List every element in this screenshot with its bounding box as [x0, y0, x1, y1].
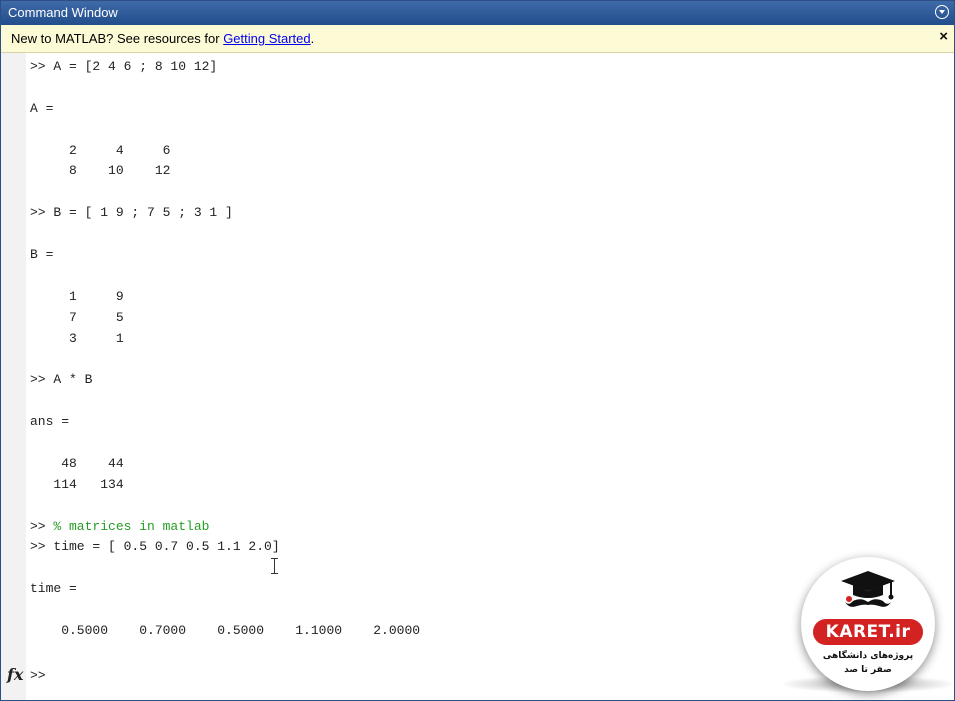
console-line: A = [30, 100, 54, 116]
prompt-symbol: >> [30, 668, 46, 683]
console-line: >> A * B [30, 372, 93, 388]
info-message: New to MATLAB? See resources for Getting… [11, 25, 314, 53]
console-line: 7 5 [30, 309, 124, 325]
graduation-cap-mustache-icon [841, 571, 895, 607]
console-line: 0.5000 0.7000 0.5000 1.1000 2.0000 [30, 623, 421, 639]
function-browser-icon[interactable]: fx [7, 665, 23, 684]
title-bar: Command Window [1, 1, 954, 25]
brand-badge: KARET.ir [813, 619, 923, 645]
command-window: Command Window New to MATLAB? See resour… [0, 0, 955, 701]
chevron-down-icon [938, 10, 945, 14]
karet-watermark-logo: KARET.ir پروژه‌های دانشگاهی صفر تا صد [779, 557, 954, 693]
window-title: Command Window [8, 5, 118, 20]
console-line: 8 10 12 [30, 163, 171, 179]
console-line: 2 4 6 [30, 142, 171, 158]
left-gutter [1, 53, 26, 700]
console-line: ans = [30, 414, 70, 430]
info-message-suffix: . [310, 31, 315, 46]
console-line: 48 44 [30, 455, 124, 471]
command-prompt[interactable]: >> [30, 665, 358, 687]
console-line: >> A = [2 4 6 ; 8 10 12] [30, 59, 218, 74]
console-line: 114 134 [30, 476, 124, 492]
console-line: >> time = [ 0.5 0.7 0.5 1.1 2.0] [30, 539, 280, 555]
ibeam-cursor-icon [271, 558, 279, 574]
info-bar: New to MATLAB? See resources for Getting… [1, 25, 954, 53]
close-infobar-icon[interactable]: × [939, 25, 948, 49]
console-line: time = [30, 581, 77, 597]
console-line: 3 1 [30, 330, 124, 346]
console-line: >> B = [ 1 9 ; 7 5 ; 3 1 ] [30, 205, 233, 221]
tagline-line2: صفر تا صد [844, 665, 892, 675]
console-line: >> % matrices in matlab [30, 518, 210, 534]
info-message-prefix: New to MATLAB? See resources for [11, 31, 224, 46]
getting-started-link[interactable]: Getting Started [223, 31, 310, 46]
console-line: B = [30, 247, 54, 263]
console-line: 1 9 [30, 288, 124, 304]
command-input[interactable] [53, 666, 358, 685]
tagline-line1: پروژه‌های دانشگاهی [822, 651, 914, 661]
console-output[interactable]: >> A = [2 4 6 ; 8 10 12] A = 2 4 6 8 10 1… [30, 57, 930, 642]
window-actions-button[interactable] [935, 5, 949, 19]
